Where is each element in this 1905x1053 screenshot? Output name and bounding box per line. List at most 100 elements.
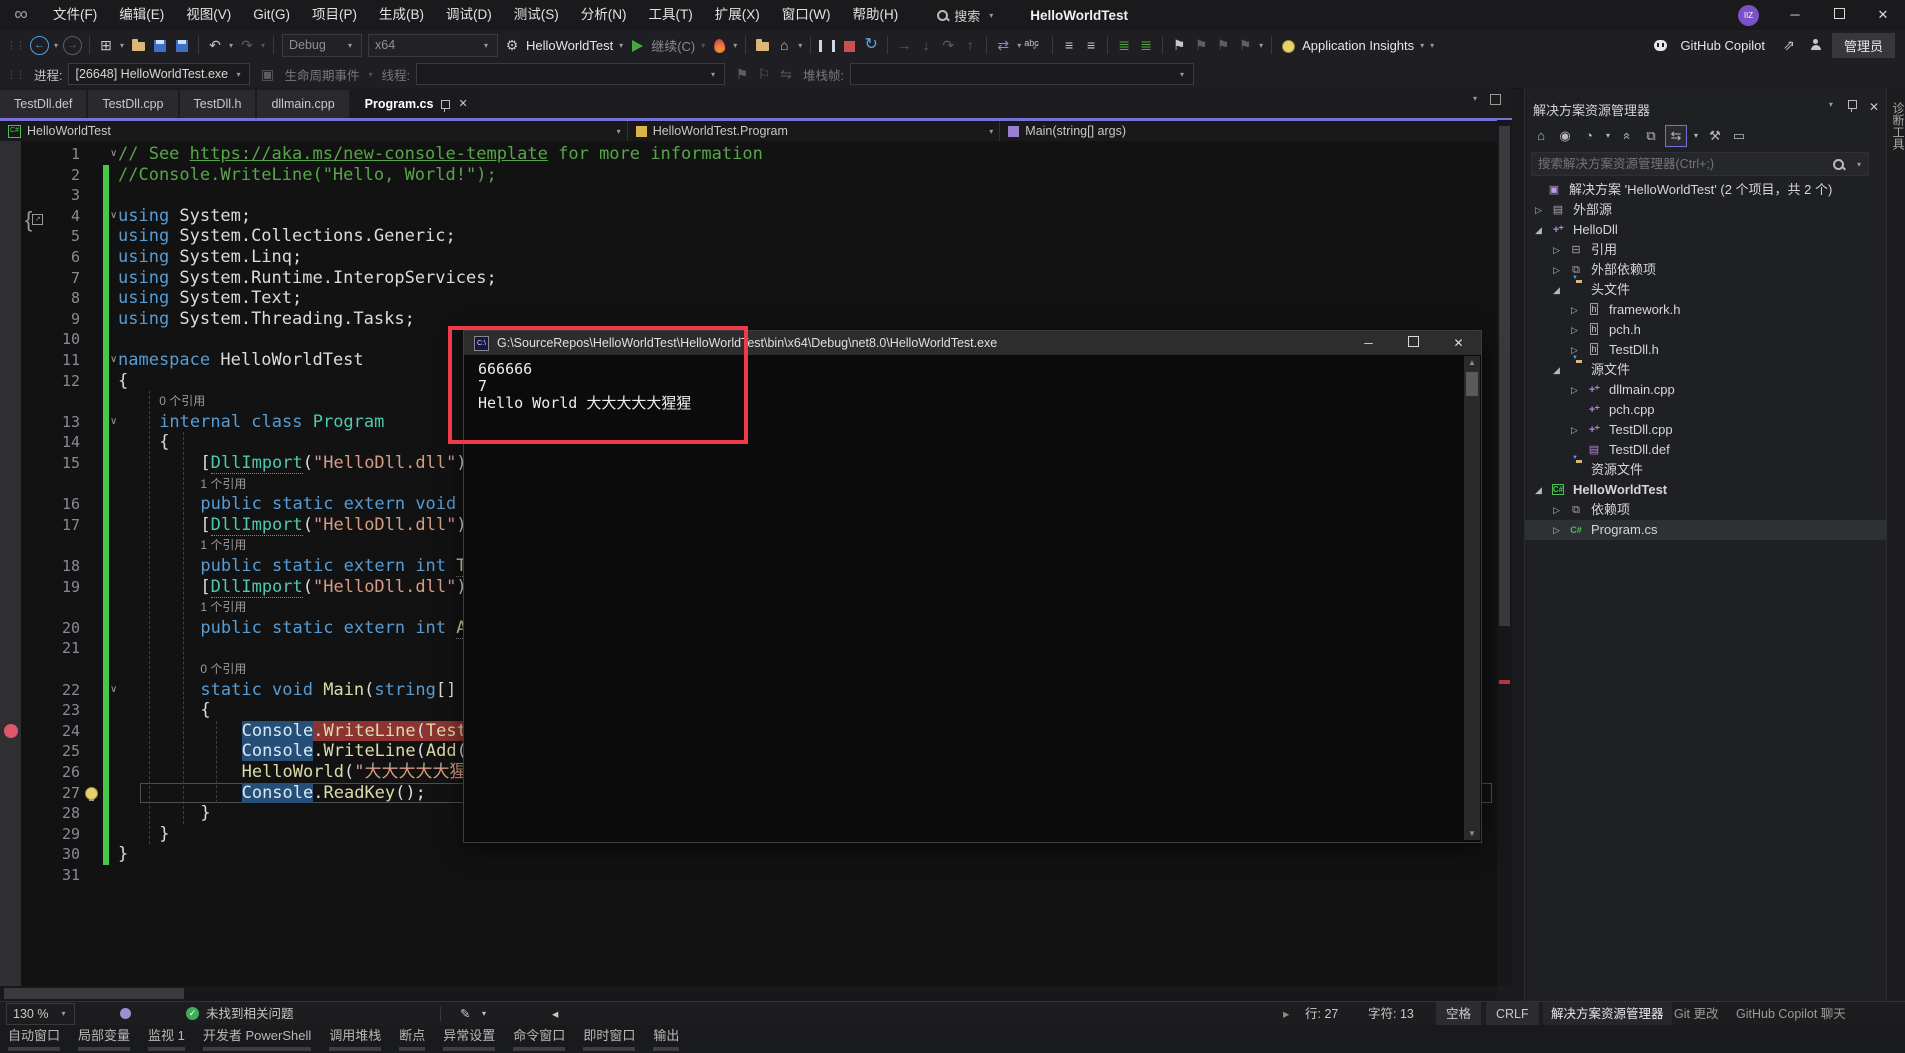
filter-caret-icon[interactable]: ▾ [1603,126,1613,146]
horizontal-scroll-thumb[interactable] [4,988,184,999]
menu-item-3[interactable]: Git(G) [242,0,301,30]
process-select[interactable]: [26648] HelloWorldTest.exe▾ [68,63,250,85]
continue-label[interactable]: 继续(C) [651,36,695,55]
menu-item-4[interactable]: 项目(P) [301,0,368,30]
fold-chevron-icon[interactable]: ∨ [110,206,117,227]
code-line[interactable]: using System.Threading.Tasks; [118,309,415,330]
open-file-icon[interactable] [127,34,149,56]
collapsed-arrow-icon[interactable]: ▷ [1535,200,1542,220]
code-line[interactable]: } [118,844,128,865]
bookmark-icon[interactable]: ⚑ [1168,34,1190,56]
document-tab-TestDll-h[interactable]: TestDll.h [180,90,256,118]
console-maximize-button[interactable] [1391,331,1436,355]
console-minimize-button[interactable]: ─ [1346,331,1391,355]
outdent-icon[interactable]: ≣ [1135,34,1157,56]
pending-changes-filter-icon[interactable]: ◔ [1579,126,1599,146]
tree-item-TestDll.cpp[interactable]: ▷+⁺TestDll.cpp [1525,420,1887,440]
configuration-select[interactable]: Debug▾ [282,34,362,57]
dropdown-caret-icon[interactable]: ▾ [1427,41,1437,50]
spaces-indicator[interactable]: 空格 [1436,1002,1481,1026]
panel-tab-1[interactable]: Git 更改 [1666,1002,1726,1026]
navigate-cursor-icon[interactable]: ≡ [1058,34,1080,56]
collapsed-arrow-icon[interactable]: ▷ [1571,320,1578,340]
menu-item-9[interactable]: 工具(T) [638,0,704,30]
fold-chevron-icon[interactable]: ∨ [110,412,117,433]
redo-icon[interactable]: ↷ [236,34,258,56]
bottom-tab-4[interactable]: 调用堆栈 [329,1025,381,1051]
switch-views-icon[interactable]: ⌂ [1531,126,1551,146]
next-bookmark-icon[interactable]: ⚑ [1212,34,1234,56]
tree-item-TestDll.h[interactable]: ▷hTestDll.h [1525,340,1887,360]
bottom-tab-5[interactable]: 断点 [399,1025,425,1051]
zoom-select[interactable]: 130 %▾ [6,1003,75,1025]
collapsed-arrow-icon[interactable]: ▷ [1553,500,1560,520]
document-list-caret-icon[interactable]: ▾ [1470,94,1480,105]
panel-collapse-left-icon[interactable]: ◂ [552,1002,558,1026]
codelens-references[interactable]: 1 个引用 [200,535,246,556]
document-tab-TestDll-def[interactable]: TestDll.def [0,90,86,118]
dropdown-caret-icon[interactable]: ▾ [51,41,61,50]
clear-bookmarks-icon[interactable]: ⚑ [1234,34,1256,56]
code-line[interactable]: using System.Text; [118,288,302,309]
account-avatar[interactable]: IIZ [1738,5,1759,26]
dropdown-caret-icon[interactable]: ▾ [730,41,740,50]
new-project-icon[interactable]: ⊞ [95,34,117,56]
browse-code-folder-icon[interactable] [751,34,773,56]
bottom-tab-8[interactable]: 即时窗口 [583,1025,635,1051]
code-map-icon[interactable]: ⇄ [992,34,1014,56]
lifecycle-events-icon[interactable]: ▣ [256,63,278,85]
tree-item--[interactable]: ◢头文件 [1525,280,1887,300]
bottom-tab-6[interactable]: 异常设置 [443,1025,495,1051]
tree-item--[interactable]: 资源文件 [1525,460,1887,480]
step-into-icon[interactable]: ↓ [915,34,937,56]
codelens-references[interactable]: 0 个引用 [159,391,205,412]
tree-item-dllmain.cpp[interactable]: ▷+⁺dllmain.cpp [1525,380,1887,400]
tree-item--[interactable]: ◢源文件 [1525,360,1887,380]
prev-bookmark-icon[interactable]: ⚑ [1190,34,1212,56]
tree-item-Program.cs[interactable]: ▷C#Program.cs [1525,520,1887,540]
collapse-all-icon[interactable]: « [1617,126,1637,146]
menu-item-8[interactable]: 分析(N) [570,0,638,30]
sync-with-active-document-icon[interactable]: ⇆ [1665,125,1687,147]
dropdown-caret-icon[interactable]: ▾ [1256,41,1266,50]
step-over-icon[interactable]: ↷ [937,34,959,56]
filter-sphere-icon[interactable]: ◉ [1555,126,1575,146]
save-all-icon[interactable] [171,34,193,56]
sync-caret-icon[interactable]: ▾ [1691,126,1701,146]
show-next-statement-icon[interactable]: → [893,34,915,56]
console-scroll-thumb[interactable] [1466,372,1478,396]
menu-item-11[interactable]: 窗口(W) [771,0,842,30]
pin-icon[interactable] [1848,100,1857,109]
bottom-tab-9[interactable]: 输出 [653,1025,679,1051]
feedback-person-icon[interactable] [1810,39,1822,51]
bottom-tab-0[interactable]: 自动窗口 [8,1025,60,1051]
application-insights-label[interactable]: Application Insights [1302,38,1414,53]
preview-selected-icon[interactable]: ▭ [1729,126,1749,146]
startup-project-label[interactable]: HelloWorldTest [526,38,613,53]
copy-icon[interactable]: ⧉ [1641,126,1661,146]
maximize-button[interactable] [1817,0,1861,30]
editor-vertical-scrollbar[interactable] [1497,120,1512,986]
tree-item--[interactable]: ▷⊟引用 [1525,240,1887,260]
collapsed-arrow-icon[interactable]: ▷ [1553,240,1560,260]
code-line[interactable]: Console.ReadKey(); [242,783,426,804]
panel-close-icon[interactable]: ✕ [1869,100,1879,114]
dropdown-caret-icon[interactable]: ▾ [698,41,708,50]
dropdown-caret-icon[interactable]: ▾ [616,41,626,50]
menu-item-5[interactable]: 生成(B) [368,0,435,30]
search-options-caret-icon[interactable]: ▾ [1854,160,1864,169]
undo-icon[interactable]: ↶ [204,34,226,56]
bottom-tab-3[interactable]: 开发者 PowerShell [203,1025,311,1051]
codelens-references[interactable]: 0 个引用 [200,659,246,680]
code-line[interactable]: using System.Collections.Generic; [118,226,456,247]
minimize-button[interactable]: ─ [1773,0,1817,30]
tree-item-framework.h[interactable]: ▷hframework.h [1525,300,1887,320]
tree-item--[interactable]: ▷⧉依赖项 [1525,500,1887,520]
panel-tab-2[interactable]: GitHub Copilot 聊天 [1728,1002,1854,1026]
save-icon[interactable] [149,34,171,56]
float-window-icon[interactable] [1490,94,1501,105]
solution-search-input[interactable] [1532,157,1833,171]
dropdown-caret-icon[interactable]: ▾ [1417,41,1427,50]
code-line[interactable]: { [118,371,128,392]
editor-horizontal-scrollbar[interactable] [0,986,1497,1001]
